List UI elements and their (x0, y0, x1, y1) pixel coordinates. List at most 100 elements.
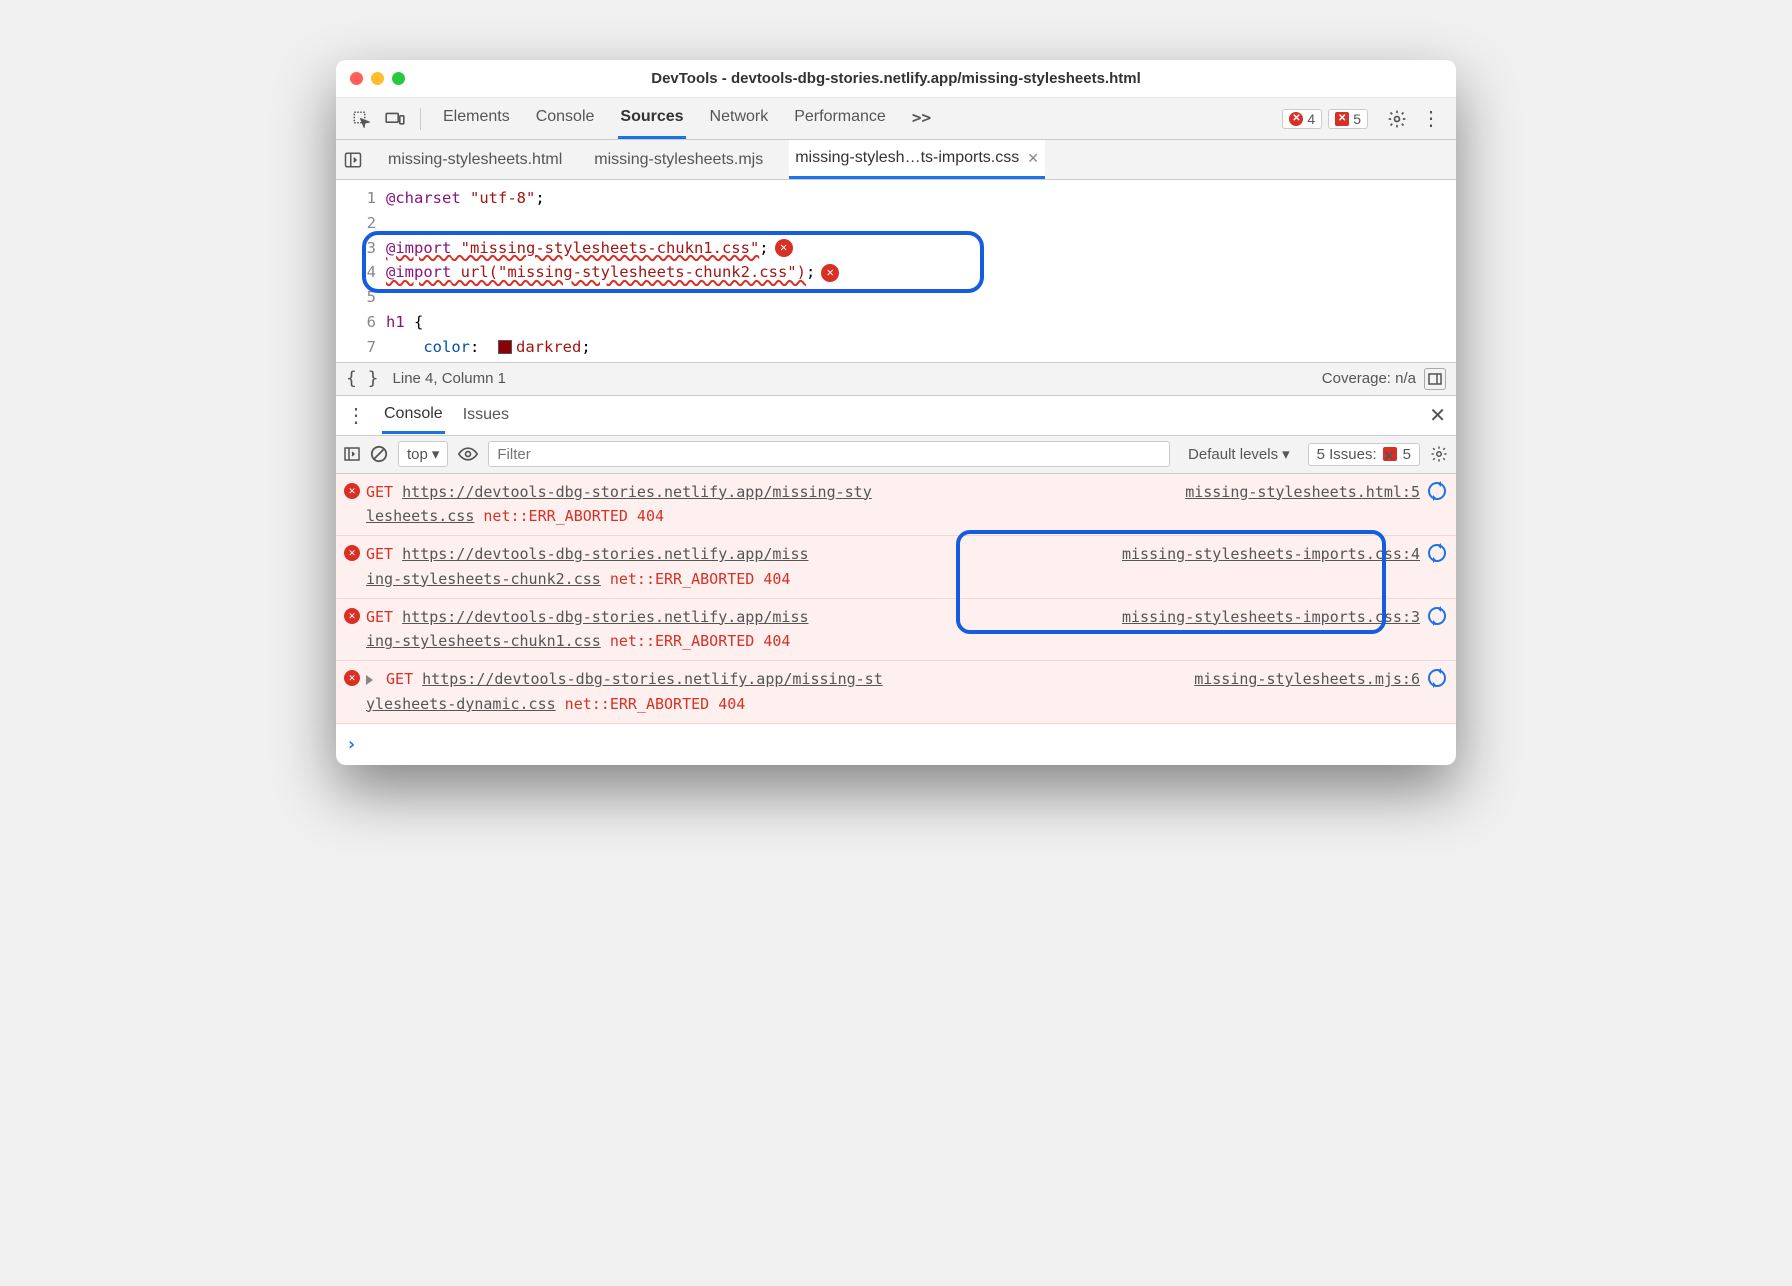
inline-error-icon[interactable]: ✕ (821, 264, 839, 282)
drawer-tab-issues[interactable]: Issues (461, 398, 511, 432)
close-icon[interactable]: ✕ (1429, 403, 1446, 428)
file-tab-css[interactable]: missing-stylesh…ts-imports.css ✕ (789, 140, 1045, 179)
log-url-link[interactable]: ing-stylesheets-chukn1.css (366, 632, 601, 650)
log-levels-selector[interactable]: Default levels ▾ (1180, 442, 1298, 466)
console-prompt[interactable]: › (336, 724, 1456, 766)
code-content[interactable]: @charset "utf-8"; @import "missing-style… (386, 186, 1456, 360)
errors-badge[interactable]: ✕ 4 (1282, 109, 1322, 129)
file-tabs-bar: missing-stylesheets.html missing-stylesh… (336, 140, 1456, 180)
log-status: net::ERR_ABORTED 404 (601, 570, 791, 588)
kebab-menu-icon[interactable]: ⋮ (1416, 104, 1446, 134)
refresh-icon[interactable] (1428, 607, 1446, 625)
token-string: "utf-8" (461, 186, 536, 211)
sidebar-toggle-icon[interactable] (1424, 368, 1446, 390)
log-source-link[interactable]: missing-stylesheets-imports.css:4 (1122, 542, 1420, 567)
color-swatch-icon[interactable] (498, 340, 512, 354)
settings-icon[interactable] (1430, 445, 1448, 463)
file-tab-label: missing-stylesh…ts-imports.css (795, 149, 1019, 167)
file-tab-label: missing-stylesheets.html (388, 151, 562, 169)
log-url-link[interactable]: https://devtools-dbg-stories.netlify.app… (402, 483, 872, 501)
chevron-down-icon: ▾ (432, 445, 440, 463)
line-number: 7 (336, 335, 376, 360)
log-status: net::ERR_ABORTED 404 (474, 507, 664, 525)
token-punct: ; (759, 236, 768, 261)
refresh-icon[interactable] (1428, 482, 1446, 500)
log-source-link[interactable]: missing-stylesheets.html:5 (1185, 480, 1420, 505)
levels-label: Default levels (1188, 446, 1278, 463)
refresh-icon[interactable] (1428, 669, 1446, 687)
file-tab-mjs[interactable]: missing-stylesheets.mjs (588, 142, 769, 178)
console-output: ✕ GET https://devtools-dbg-stories.netli… (336, 474, 1456, 766)
code-editor[interactable]: 1 2 3 4 5 6 7 @charset "utf-8"; @import … (336, 180, 1456, 362)
kebab-menu-icon[interactable]: ⋮ (346, 403, 366, 428)
devtools-window: DevTools - devtools-dbg-stories.netlify.… (336, 60, 1456, 765)
eye-icon[interactable] (458, 447, 478, 461)
console-error-message[interactable]: ✕ GET https://devtools-dbg-stories.netli… (336, 599, 1456, 662)
chevron-right-icon: › (346, 730, 357, 760)
clear-console-icon[interactable] (370, 445, 388, 463)
window-titlebar: DevTools - devtools-dbg-stories.netlify.… (336, 60, 1456, 98)
console-error-message[interactable]: ✕ GET https://devtools-dbg-stories.netli… (336, 661, 1456, 724)
log-url-link[interactable]: https://devtools-dbg-stories.netlify.app… (402, 545, 808, 563)
log-status: net::ERR_ABORTED 404 (556, 695, 746, 713)
close-icon[interactable]: ✕ (1027, 150, 1039, 167)
console-error-message[interactable]: ✕ GET https://devtools-dbg-stories.netli… (336, 536, 1456, 599)
log-source-link[interactable]: missing-stylesheets.mjs:6 (1194, 667, 1420, 692)
console-error-message[interactable]: ✕ GET https://devtools-dbg-stories.netli… (336, 474, 1456, 537)
divider (420, 108, 421, 130)
tab-network[interactable]: Network (708, 98, 771, 139)
refresh-icon[interactable] (1428, 544, 1446, 562)
log-method: GET (366, 608, 393, 626)
token-string: url("missing-stylesheets-chunk2.css") (451, 260, 806, 285)
filter-input[interactable] (488, 441, 1170, 467)
error-icon: ✕ (344, 670, 360, 686)
inline-error-icon[interactable]: ✕ (775, 239, 793, 257)
log-source-link[interactable]: missing-stylesheets-imports.css:3 (1122, 605, 1420, 630)
token-string: "missing-stylesheets-chukn1.css" (451, 236, 759, 261)
error-icon: ✕ (344, 608, 360, 624)
chevron-down-icon: ▾ (1282, 445, 1290, 463)
log-url-link[interactable]: https://devtools-dbg-stories.netlify.app… (422, 670, 883, 688)
device-toggle-icon[interactable] (380, 104, 410, 134)
expand-icon[interactable] (366, 675, 373, 685)
token-property: color (386, 335, 470, 360)
log-url-link[interactable]: ing-stylesheets-chunk2.css (366, 570, 601, 588)
issues-count: 5 (1353, 111, 1361, 127)
context-label: top (407, 446, 428, 463)
tab-sources[interactable]: Sources (618, 98, 685, 139)
tab-console[interactable]: Console (534, 98, 597, 139)
token-punct: ; (535, 186, 544, 211)
token-value: darkred (516, 335, 581, 360)
line-number: 1 (336, 186, 376, 211)
error-icon: ✕ (344, 483, 360, 499)
drawer-tab-console[interactable]: Console (382, 397, 445, 434)
context-selector[interactable]: top ▾ (398, 441, 448, 467)
panel-tabs: Elements Console Sources Network Perform… (441, 98, 933, 139)
settings-icon[interactable] (1382, 104, 1412, 134)
coverage-label[interactable]: Coverage: n/a (1322, 370, 1416, 387)
log-url-link[interactable]: https://devtools-dbg-stories.netlify.app… (402, 608, 808, 626)
more-tabs-icon[interactable]: >> (910, 98, 933, 139)
line-number: 6 (336, 310, 376, 335)
log-url-link[interactable]: lesheets.css (366, 507, 474, 525)
format-icon[interactable]: { } (346, 368, 379, 389)
file-tab-html[interactable]: missing-stylesheets.html (382, 142, 568, 178)
token-punct: ; (581, 335, 590, 360)
issues-button[interactable]: 5 Issues: ✕ 5 (1308, 443, 1420, 466)
inspect-icon[interactable] (346, 104, 376, 134)
tab-elements[interactable]: Elements (441, 98, 512, 139)
token-selector: h1 (386, 310, 405, 335)
line-number: 4 (336, 260, 376, 285)
line-number: 3 (336, 236, 376, 261)
line-number: 2 (336, 211, 376, 236)
log-method: GET (366, 483, 393, 501)
tab-performance[interactable]: Performance (792, 98, 888, 139)
show-navigator-icon[interactable] (344, 151, 362, 169)
log-url-link[interactable]: ylesheets-dynamic.css (366, 695, 556, 713)
log-status: net::ERR_ABORTED 404 (601, 632, 791, 650)
token-at-rule: @import (386, 260, 451, 285)
log-method: GET (386, 670, 413, 688)
drawer-header: ⋮ Console Issues ✕ (336, 396, 1456, 436)
issues-badge[interactable]: ✕ 5 (1328, 109, 1368, 129)
sidebar-toggle-icon[interactable] (344, 447, 360, 461)
